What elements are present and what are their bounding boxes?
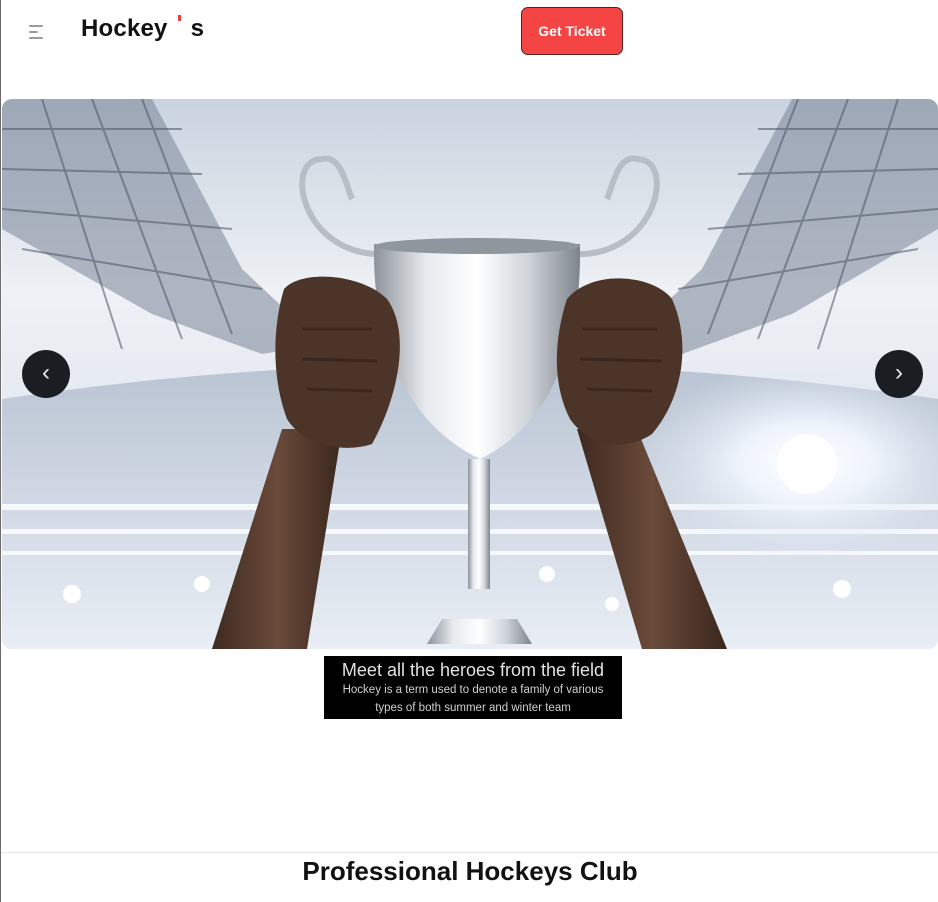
- brand-dot: [177, 15, 181, 21]
- brand-text-end: s: [190, 15, 205, 42]
- get-ticket-button[interactable]: Get Ticket: [521, 7, 623, 55]
- caption-text: Hockey is a term used to denote a family…: [342, 684, 604, 714]
- hero-image: [2, 99, 938, 649]
- section-title: Professional Hockeys Club: [302, 856, 638, 886]
- page: Hockey s Get Ticket ‹ › Meet all the her…: [0, 0, 938, 902]
- menu-icon[interactable]: [29, 24, 45, 40]
- brand-logo[interactable]: Hockey s: [81, 15, 204, 43]
- caption-title: Meet all the heroes from the field: [341, 660, 605, 680]
- slide-caption: Meet all the heroes from the field Hocke…: [324, 656, 622, 719]
- chevron-right-icon[interactable]: ›: [875, 350, 923, 398]
- chevron-left-icon[interactable]: ‹: [22, 350, 70, 398]
- brand-text-start: Hockey: [81, 15, 168, 42]
- section-divider: [1, 852, 938, 853]
- hero-slider: [2, 99, 938, 649]
